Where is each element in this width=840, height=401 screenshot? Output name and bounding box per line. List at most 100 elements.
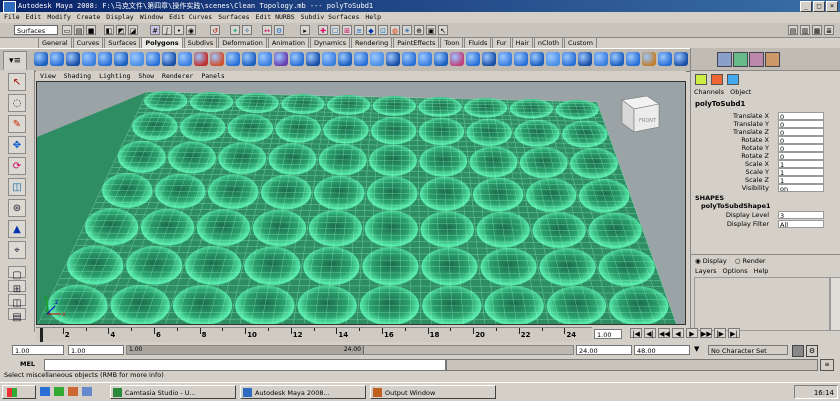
channel-value-field[interactable]: on xyxy=(778,184,824,192)
character-set-field[interactable]: No Character Set xyxy=(708,345,788,355)
view-cube[interactable]: FRONT xyxy=(622,96,659,132)
polygon-shelf-tool-icon[interactable] xyxy=(594,52,608,66)
polygon-shelf-tool-icon[interactable] xyxy=(578,52,592,66)
polygon-shelf-tool-icon[interactable] xyxy=(226,52,240,66)
shape-channel-row[interactable]: Display FilterAll xyxy=(691,220,791,228)
history-icon[interactable]: ↺ xyxy=(210,25,220,35)
universal-manipulator-icon[interactable]: ⊛ xyxy=(8,199,26,217)
channel-row[interactable]: Scale Y1 xyxy=(691,168,791,176)
shape-name[interactable]: polyToSubdShape1 xyxy=(701,202,771,210)
channel-value-field[interactable]: 0 xyxy=(778,144,824,152)
menu-item-edit-nurbs[interactable]: Edit NURBS xyxy=(256,12,295,23)
menu-item-subdiv-surfaces[interactable]: Subdiv Surfaces xyxy=(301,12,360,23)
play-backwards-icon[interactable]: ◀ xyxy=(672,328,684,338)
taskbar-item[interactable]: Output Window xyxy=(370,385,496,399)
snap-curve-icon[interactable]: ∫ xyxy=(162,25,172,35)
start-time-field[interactable]: 1.00 xyxy=(12,345,64,355)
playback-start-field[interactable]: 1.00 xyxy=(68,345,124,355)
polygon-shelf-tool-icon[interactable] xyxy=(466,52,480,66)
snap-grid-icon[interactable]: # xyxy=(150,25,160,35)
polygon-shelf-tool-icon[interactable] xyxy=(674,52,688,66)
polygon-shelf-tool-icon[interactable] xyxy=(402,52,416,66)
pointer-icon[interactable]: ↖ xyxy=(438,25,448,35)
polygon-shelf-tool-icon[interactable] xyxy=(642,52,656,66)
polygon-shelf-tool-icon[interactable] xyxy=(210,52,224,66)
object-menu[interactable]: Object xyxy=(730,88,751,96)
go-to-start-icon[interactable]: |◀ xyxy=(630,328,642,338)
channel-row[interactable]: Translate X0 xyxy=(691,112,791,120)
panel-menu-lighting[interactable]: Lighting xyxy=(99,71,130,81)
move-tool-icon[interactable]: ✥ xyxy=(8,136,26,154)
select-tool-icon[interactable]: ↖ xyxy=(8,73,26,91)
layer-scrollbar[interactable] xyxy=(830,277,840,331)
maximize-button[interactable]: □ xyxy=(813,1,825,12)
panel-menu-renderer[interactable]: Renderer xyxy=(162,71,193,81)
channel-value-field[interactable]: 0 xyxy=(778,152,824,160)
layout-single-icon[interactable]: ▢ xyxy=(8,266,26,278)
open-scene-icon[interactable]: ▤ xyxy=(74,25,84,35)
sidebar-toggle-icon[interactable]: ▣ xyxy=(426,25,436,35)
menu-item-create[interactable]: Create xyxy=(77,12,100,23)
menu-set-dropdown[interactable]: Surfaces xyxy=(14,25,58,35)
polygon-shelf-tool-icon[interactable] xyxy=(562,52,576,66)
polygon-shelf-tool-icon[interactable] xyxy=(34,52,48,66)
polygon-shelf-tool-icon[interactable] xyxy=(546,52,560,66)
shape-channel-row[interactable]: Display Level3 xyxy=(691,211,791,219)
layer-menu-options[interactable]: Options xyxy=(723,267,748,275)
channel-value-field[interactable]: 0 xyxy=(778,112,824,120)
menu-item-modify[interactable]: Modify xyxy=(47,12,70,23)
construction-history-icon[interactable]: ↔ xyxy=(262,25,272,35)
channel-value-field[interactable]: All xyxy=(778,220,824,228)
ipr-render-icon[interactable]: ✧ xyxy=(242,25,252,35)
channels-menu[interactable]: Channels xyxy=(694,88,724,96)
polygon-shelf-tool-icon[interactable] xyxy=(482,52,496,66)
channel-value-field[interactable]: 0 xyxy=(778,128,824,136)
paint-select-tool-icon[interactable]: ✎ xyxy=(8,115,26,133)
channel-value-field[interactable]: 1 xyxy=(778,168,824,176)
polygon-shelf-tool-icon[interactable] xyxy=(306,52,320,66)
end-time-field[interactable]: 48.00 xyxy=(634,345,690,355)
time-slider[interactable]: 24681012141618202224 xyxy=(36,327,592,342)
polygon-shelf-tool-icon[interactable] xyxy=(66,52,80,66)
polygon-shelf-tool-icon[interactable] xyxy=(530,52,544,66)
taskbar-item[interactable]: Autodesk Maya 2008... xyxy=(240,385,366,399)
layout-outliner-icon[interactable]: ▤ xyxy=(8,308,26,320)
polygon-shelf-tool-icon[interactable] xyxy=(626,52,640,66)
layer-list[interactable] xyxy=(694,277,830,331)
channel-row[interactable]: Rotate Y0 xyxy=(691,144,791,152)
taskbar-item[interactable]: Camtasia Studio - U... xyxy=(110,385,236,399)
step-back-key-icon[interactable]: ◀◀ xyxy=(658,328,670,338)
shelf-icon-extra-2[interactable] xyxy=(733,52,748,67)
panel-menu-panels[interactable]: Panels xyxy=(201,71,224,81)
polygon-shelf-tool-icon[interactable] xyxy=(514,52,528,66)
layer-toggle-icon[interactable]: ≣ xyxy=(824,25,834,35)
layout-four-icon[interactable]: ⊞ xyxy=(8,280,26,292)
layer-menu-layers[interactable]: Layers xyxy=(695,267,717,275)
snap-view-plane-icon[interactable]: ◉ xyxy=(186,25,196,35)
channel-toggle-icon[interactable]: ⊞ xyxy=(342,25,352,35)
animation-preferences-icon[interactable]: ⚙ xyxy=(806,345,818,357)
polygon-shelf-tool-icon[interactable] xyxy=(370,52,384,66)
select-by-component-icon[interactable]: ◪ xyxy=(128,25,138,35)
polygon-shelf-tool-icon[interactable] xyxy=(194,52,208,66)
tool-settings-toggle-icon[interactable] xyxy=(711,74,723,85)
polygon-shelf-tool-icon[interactable] xyxy=(354,52,368,66)
menu-item-display[interactable]: Display xyxy=(106,12,133,23)
shelf-icon-extra-3[interactable] xyxy=(749,52,764,67)
polygon-shelf-tool-icon[interactable] xyxy=(450,52,464,66)
panel-menu-view[interactable]: View xyxy=(40,71,56,81)
lasso-tool-icon[interactable]: ◌ xyxy=(8,94,26,112)
attr-panel-toggle-icon[interactable]: ▤ xyxy=(788,25,798,35)
shelf-menu-icon[interactable]: ▾≡ xyxy=(3,51,27,71)
shelf-icon-extra-4[interactable] xyxy=(765,52,780,67)
step-forward-frame-icon[interactable]: |▶ xyxy=(714,328,726,338)
hypershade-icon[interactable]: ✚ xyxy=(318,25,328,35)
quick-launch-ie-icon[interactable] xyxy=(40,387,50,396)
object-name[interactable]: polyToSubd1 xyxy=(695,100,745,108)
channel-value-field[interactable]: 1 xyxy=(778,176,824,184)
menu-item-edit-curves[interactable]: Edit Curves xyxy=(169,12,212,23)
polygon-shelf-tool-icon[interactable] xyxy=(178,52,192,66)
input-box-icon[interactable]: ▸ xyxy=(300,25,310,35)
polygon-shelf-tool-icon[interactable] xyxy=(610,52,624,66)
menu-item-surfaces[interactable]: Surfaces xyxy=(218,12,249,23)
